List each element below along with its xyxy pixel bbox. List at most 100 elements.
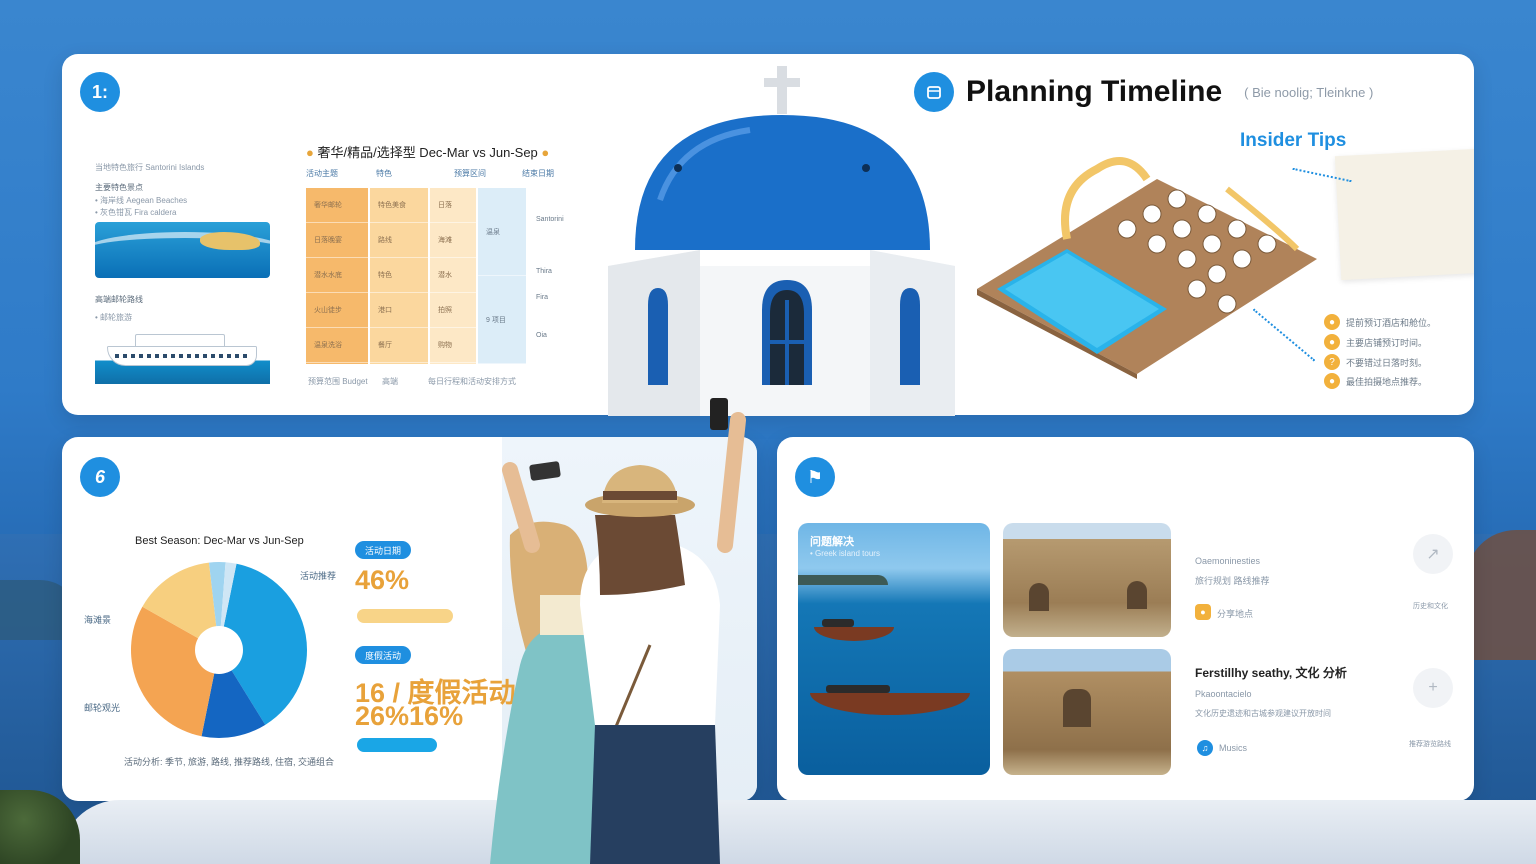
- attraction-tag: 分享地点: [1217, 609, 1254, 619]
- pie-svg: [130, 562, 307, 738]
- table-footer-3: 每日行程和活动安排方式: [428, 377, 516, 386]
- tip-icon: ●: [1324, 373, 1340, 389]
- tip-text: 最佳拍摄地点推荐。: [1346, 376, 1428, 387]
- left-text-4: • 灰色钳瓦 Fira caldera: [95, 208, 177, 217]
- side-label: Fira: [536, 294, 549, 301]
- table-cell: 火山徒步: [306, 293, 368, 328]
- attraction-desc: 旅行规划 路线推荐: [1195, 576, 1270, 586]
- tip-icon: ?: [1324, 354, 1340, 370]
- attraction-heading: Ferstillhy seathy, 文化 分析: [1195, 666, 1347, 680]
- tag-icon: ●: [1195, 604, 1211, 620]
- attraction-side: 推荐游览路线: [1409, 741, 1451, 748]
- arch: [1127, 581, 1147, 609]
- stat-pill: 度假活动: [355, 646, 412, 664]
- map-button[interactable]: ↗: [1413, 534, 1453, 574]
- table-header-3: 预算区间: [454, 169, 486, 178]
- side-label: Thira: [536, 268, 552, 275]
- left-text-3: • 海岸线 Aegean Beaches: [95, 196, 188, 205]
- stat-value: 26%16%: [355, 701, 464, 731]
- attraction-desc: 文化历史遗迹和古城参观建议开放时间: [1195, 709, 1331, 718]
- stat-pill: 活动日期: [355, 541, 412, 559]
- table-cell: 日落: [430, 188, 476, 223]
- headland: [798, 575, 888, 585]
- gondola: [810, 685, 970, 715]
- arch: [1029, 583, 1049, 611]
- right-cliff: [1466, 530, 1536, 660]
- table-cell: 餐厅: [370, 328, 428, 363]
- table-cell: 海滩: [430, 223, 476, 258]
- cruise-ship-illustration: [95, 332, 270, 384]
- tip-icon: ●: [1324, 314, 1340, 330]
- shield-icon: ⚑: [795, 457, 835, 497]
- side-label: Santorini: [536, 216, 564, 223]
- table-column-2: 特色美食 路线 特色 港口 餐厅: [370, 188, 428, 364]
- pie-label: 邮轮观光: [84, 703, 121, 713]
- table-cell: 路线: [370, 223, 428, 258]
- pie-label: 活动推荐: [300, 571, 337, 581]
- page-title: Planning Timeline: [966, 75, 1223, 108]
- planning-timeline-header: Planning Timeline ( Bie noolig; Tleinkne…: [914, 72, 1373, 112]
- coast-illustration: [95, 222, 270, 278]
- attraction-title: Oaemoninesties: [1195, 556, 1261, 566]
- best-season-title: Best Season: Dec-Mar vs Jun-Sep: [135, 535, 304, 547]
- table-cell: 日落晚宴: [306, 223, 368, 258]
- table-column-4: 温泉 9 项目: [478, 188, 526, 364]
- arch: [1063, 689, 1091, 727]
- table-column-1: 奢华邮轮 日落晚宴 潜水水底 火山徒步 温泉洗浴: [306, 188, 368, 364]
- attraction-side: 历史和文化: [1413, 603, 1448, 610]
- tip-icon: ●: [1324, 334, 1340, 350]
- season-table-title: ● 奢华/精品/选择型 Dec-Mar vs Jun-Sep ●: [306, 145, 550, 160]
- left-text-6: • 邮轮旅游: [95, 313, 133, 322]
- table-header-1: 活动主题: [306, 169, 338, 178]
- pie-hole: [195, 626, 243, 674]
- table-cell: 温泉洗浴: [306, 328, 368, 363]
- left-text-2: 主要特色景点: [95, 183, 143, 192]
- step-badge: 6: [80, 457, 120, 497]
- table-footer-1: 预算范围 Budget: [308, 377, 368, 386]
- music-icon: ♫: [1197, 740, 1213, 756]
- tip-item: ? 不要错过日落时刻。: [1324, 354, 1427, 370]
- table-header-4: 结束日期: [522, 169, 554, 178]
- tip-item: ● 主要店铺预订时间。: [1324, 334, 1427, 350]
- season-pie-chart: [124, 555, 314, 745]
- add-button[interactable]: +: [1413, 668, 1453, 708]
- table-cell: 特色: [370, 258, 428, 293]
- stat-bar: [357, 738, 437, 752]
- table-footer-2: 高端: [382, 377, 398, 386]
- chart-footer: 活动分析: 季节, 旅游, 路线, 推荐路线, 住宿, 交通组合: [124, 757, 335, 767]
- table-cell: 购物: [430, 328, 476, 363]
- tip-item: ● 提前预订酒店和舱位。: [1324, 314, 1436, 330]
- table-header-2: 特色: [376, 169, 392, 178]
- side-label: Oia: [536, 332, 547, 339]
- table-cell: 9 项目: [478, 276, 526, 364]
- tip-text: 不要错过日落时刻。: [1346, 357, 1428, 368]
- tip-item: ● 最佳拍摄地点推荐。: [1324, 373, 1427, 389]
- left-text-5: 高端邮轮路线: [95, 295, 143, 304]
- tip-text: 提前预订酒店和舱位。: [1346, 317, 1437, 328]
- tip-text: 主要店铺预订时间。: [1346, 337, 1428, 348]
- photo-subtitle: • Greek island tours: [810, 549, 880, 558]
- left-text-1: 当地特色旅行 Santorini Islands: [95, 163, 205, 172]
- step-badge: 1:: [80, 72, 120, 112]
- ruins-photo[interactable]: [1003, 649, 1171, 775]
- attraction-tag: Musics: [1219, 743, 1248, 753]
- table-cell: 特色美食: [370, 188, 428, 223]
- table-cell: 奢华邮轮: [306, 188, 368, 223]
- stat-value: 46%: [355, 565, 410, 595]
- table-column-3: 日落 海滩 潜水 拍照 购物: [430, 188, 476, 364]
- stat-bar: [357, 609, 453, 623]
- gondola-photo[interactable]: 问题解决 • Greek island tours: [798, 523, 990, 775]
- ruins-photo[interactable]: [1003, 523, 1171, 637]
- attractions-panel: ⚑ 问题解决 • Greek island tours Oaemoninesti…: [777, 437, 1474, 801]
- travelers-illustration: [490, 398, 746, 864]
- photo-title: 问题解决: [810, 536, 854, 548]
- gondola: [814, 619, 894, 641]
- table-cell: 潜水: [430, 258, 476, 293]
- pie-label: 海滩景: [84, 615, 112, 625]
- table-cell: 潜水水底: [306, 258, 368, 293]
- terrace-ground: [60, 800, 1536, 864]
- church-illustration: [608, 66, 955, 416]
- table-cell: 拍照: [430, 293, 476, 328]
- pool-deck-illustration: [977, 157, 1317, 379]
- page-subtitle: ( Bie noolig; Tleinkne ): [1244, 84, 1374, 100]
